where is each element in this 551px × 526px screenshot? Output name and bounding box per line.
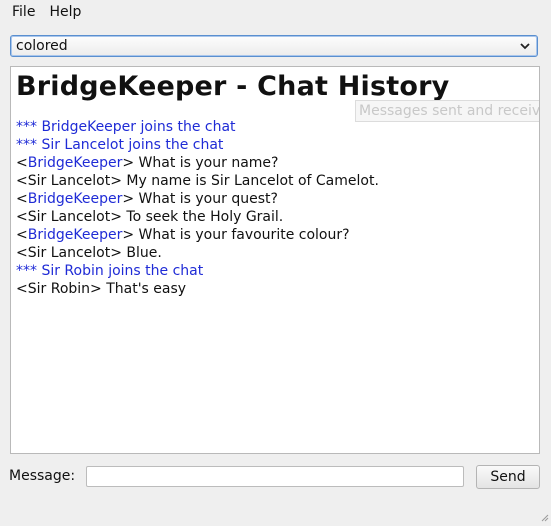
message-input[interactable]: [86, 466, 464, 487]
tooltip: Messages sent and received: [355, 100, 539, 122]
chat-message: <Sir Lancelot> Blue.: [16, 245, 162, 261]
chat-message: <Sir Lancelot> To seek the Holy Grail.: [16, 209, 284, 225]
style-select-value: colored: [16, 38, 68, 54]
chat-message: <BridgeKeeper> What is your favourite co…: [16, 227, 350, 243]
message-text: What is your favourite colour?: [134, 227, 350, 243]
sender-nick: Sir Lancelot: [27, 173, 111, 189]
style-select[interactable]: colored: [10, 35, 538, 57]
menu-file[interactable]: File: [6, 1, 41, 23]
chat-message: <Sir Robin> That's easy: [16, 281, 187, 297]
join-notice: *** Sir Lancelot joins the chat: [16, 137, 224, 153]
message-text: To seek the Holy Grail.: [121, 209, 284, 225]
chat-title: BridgeKeeper - Chat History: [16, 71, 450, 102]
message-text: That's easy: [101, 281, 187, 297]
chevron-down-icon: [519, 40, 531, 52]
message-list: *** BridgeKeeper joins the chat *** Sir L…: [16, 118, 539, 298]
menu-help[interactable]: Help: [43, 1, 87, 23]
sender-nick: BridgeKeeper: [27, 155, 123, 171]
chat-message: <BridgeKeeper> What is your name?: [16, 155, 279, 171]
menu-bar: File Help: [0, 0, 551, 24]
resize-grip-icon[interactable]: [539, 511, 549, 522]
message-text: What is your quest?: [134, 191, 278, 207]
message-label: Message:: [9, 468, 76, 484]
sender-nick: BridgeKeeper: [27, 227, 123, 243]
sender-nick: Sir Lancelot: [27, 209, 111, 225]
send-button[interactable]: Send: [476, 465, 540, 489]
chat-message: <Sir Lancelot> My name is Sir Lancelot o…: [16, 173, 379, 189]
message-row: Message: Send: [0, 462, 551, 490]
chat-history-view[interactable]: BridgeKeeper - Chat History *** BridgeKe…: [10, 66, 540, 454]
chat-message: <BridgeKeeper> What is your quest?: [16, 191, 278, 207]
sender-nick: BridgeKeeper: [27, 191, 123, 207]
message-text: Blue.: [121, 245, 162, 261]
join-notice: *** Sir Robin joins the chat: [16, 263, 204, 279]
message-text: My name is Sir Lancelot of Camelot.: [121, 173, 379, 189]
message-text: What is your name?: [134, 155, 279, 171]
sender-nick: Sir Lancelot: [27, 245, 111, 261]
sender-nick: Sir Robin: [27, 281, 91, 297]
